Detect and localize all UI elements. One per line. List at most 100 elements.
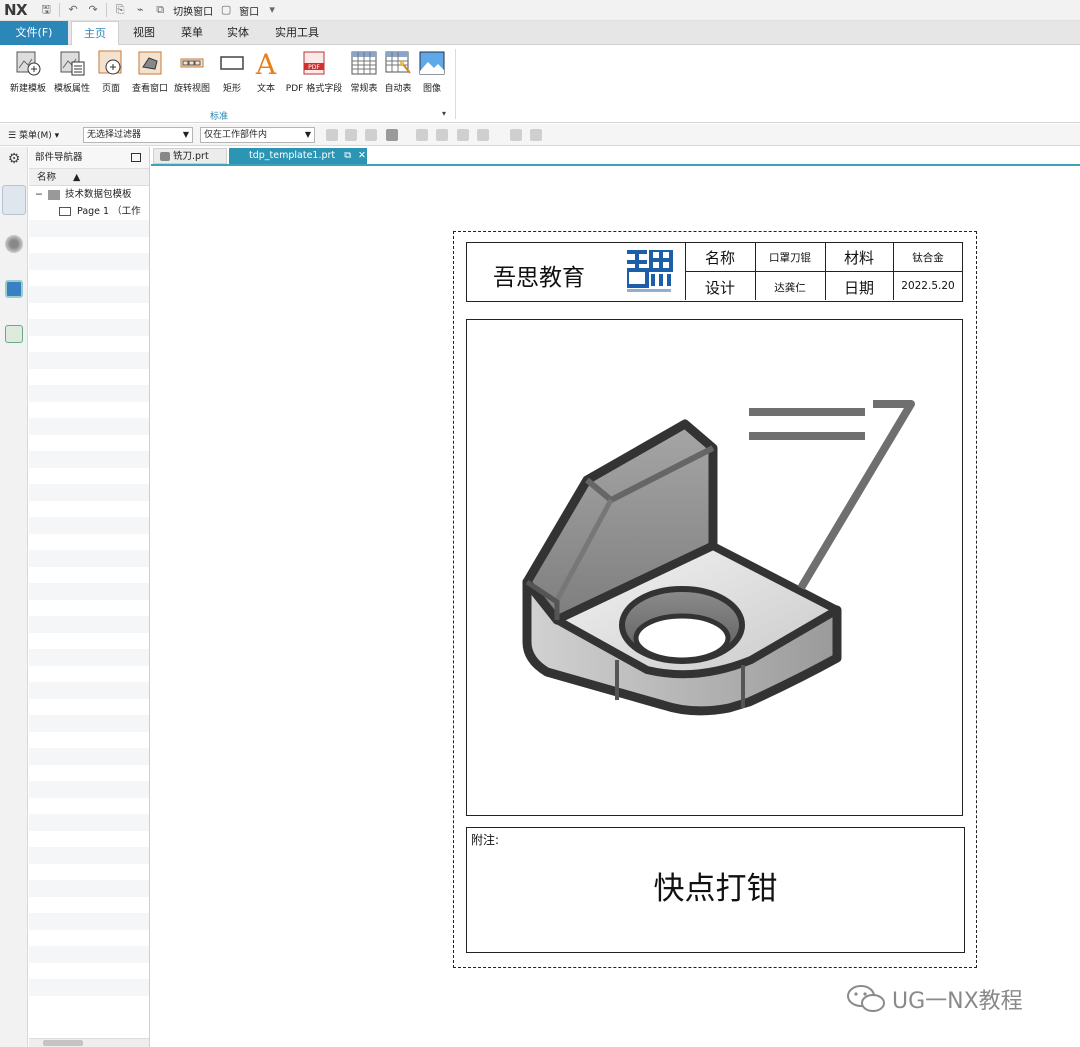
type-filter-value: 无选择过滤器 (87, 130, 142, 140)
maximize-icon[interactable] (131, 153, 141, 162)
nx-logo: NX (4, 1, 28, 19)
web-browser-icon[interactable] (5, 280, 23, 298)
snap-end-icon[interactable] (436, 129, 448, 141)
redo-icon[interactable]: ↷ (86, 3, 100, 17)
general-table-button[interactable]: 常规表 (348, 49, 380, 94)
scrollbar-thumb[interactable] (43, 1040, 83, 1046)
gear-icon[interactable]: ⚙ (5, 151, 23, 169)
view-window-icon (138, 51, 162, 75)
company-name: 吾思教育 (493, 265, 585, 291)
notes-box: 附注: 快点打钳 (466, 827, 965, 953)
part-navigator-title: 部件导航器 (35, 152, 83, 163)
snap-icon[interactable] (326, 129, 338, 141)
part-isometric-image (522, 400, 915, 716)
filter-icon[interactable] (345, 129, 357, 141)
menu-label: 菜单(M) (18, 131, 52, 141)
divider (685, 271, 962, 272)
horizontal-scrollbar[interactable] (29, 1038, 149, 1047)
ribbon-tab-bar: 文件(F) 主页 视图 菜单 实体 实用工具 (0, 21, 1080, 46)
collapse-icon[interactable]: − (35, 189, 43, 200)
tree-node-template[interactable]: − 技术数据包模板 (29, 186, 149, 203)
link-icon[interactable]: ⌁ (133, 3, 147, 17)
tab-menu[interactable]: 菜单 (176, 21, 208, 45)
title-block: 吾思教育 名称 口罩刀锟 材料 钛合金 设计 达龚仁 日期 2022.5.20 (466, 242, 963, 302)
history-icon[interactable] (5, 235, 23, 253)
window-icon[interactable]: ▢ (219, 3, 233, 17)
undo-icon[interactable]: ↶ (66, 3, 80, 17)
tab-file[interactable]: 文件(F) (0, 21, 68, 45)
column-header-label: 名称 (37, 172, 57, 183)
pdf-format-field-button[interactable]: PDF PDF 格式字段 (284, 49, 344, 94)
switch-window-icon[interactable]: ⧉ (153, 3, 167, 17)
doc-tab-label: tdp_template1.prt (249, 150, 336, 161)
rotate-view-label: 旋转视图 (173, 84, 210, 94)
tab-solid[interactable]: 实体 (222, 21, 254, 45)
view-window-button[interactable]: 查看窗口 (130, 49, 170, 94)
doc-tab-template[interactable]: tdp_template1.prt ⧉ ✕ (229, 148, 367, 164)
pdf-icon: PDF (303, 51, 325, 75)
new-template-button[interactable]: 新建模板 (6, 49, 50, 94)
graphics-window[interactable]: 吾思教育 名称 口罩刀锟 材料 钛合金 设计 达龚仁 日期 2022.5.20 … (151, 168, 1080, 1047)
template-node-icon (48, 189, 60, 200)
image-button[interactable]: 图像 (418, 49, 446, 94)
designer-value: 达龚仁 (774, 282, 806, 294)
page-node-icon (59, 207, 71, 216)
column-header[interactable]: 名称 ▲ (29, 169, 149, 186)
window-menu-button[interactable]: 窗口 (239, 3, 259, 18)
snap-point-icon[interactable] (416, 129, 428, 141)
nx-application-window: NX 🖫 ↶ ↷ ⎘ ⌁ ⧉ 切换窗口 ▢ 窗口 ▾ 文件(F) 主页 视图 菜… (0, 0, 1080, 1047)
switch-window-button[interactable]: 切换窗口 (173, 3, 213, 18)
drawing-sheet[interactable]: 吾思教育 名称 口罩刀锟 材料 钛合金 设计 达龚仁 日期 2022.5.20 … (453, 231, 977, 968)
tab-view[interactable]: 视图 (128, 21, 160, 45)
document-tab-bar: 铣刀.prt tdp_template1.prt ⧉ ✕ (151, 147, 1080, 166)
select-all-icon[interactable] (386, 129, 398, 141)
wechat-icon (847, 985, 885, 1012)
type-filter-dropdown[interactable]: 无选择过滤器 ▼ (83, 127, 193, 143)
menu-button[interactable]: ☰ 菜单(M) ▾ (8, 128, 59, 141)
customize-quick-access-icon[interactable]: ▾ (265, 3, 279, 17)
divider (455, 49, 456, 119)
part-file-icon (160, 152, 170, 161)
pdf-format-field-label: PDF 格式字段 (285, 84, 343, 94)
tab-home[interactable]: 主页 (71, 21, 119, 46)
name-label: 名称 (704, 249, 735, 267)
view-cube-icon[interactable] (510, 129, 522, 141)
tree-node-page[interactable]: Page 1 （工作 (29, 203, 149, 220)
rotate-view-button[interactable]: 旋转视图 (172, 49, 212, 94)
group-expand-icon[interactable]: ▾ (442, 109, 446, 118)
auto-table-button[interactable]: 自动表 (382, 49, 414, 94)
reuse-library-icon[interactable] (5, 325, 23, 343)
selection-bar: ☰ 菜单(M) ▾ 无选择过滤器 ▼ 仅在工作部件内 ▼ (0, 124, 1080, 146)
page-button[interactable]: 页面 (96, 49, 126, 94)
divider (59, 3, 61, 17)
text-button[interactable]: A 文本 (252, 49, 280, 94)
selection-scope-dropdown[interactable]: 仅在工作部件内 ▼ (200, 127, 315, 143)
page-label: 页面 (101, 84, 120, 94)
template-properties-button[interactable]: 模板属性 (52, 49, 92, 94)
text-icon: A (255, 49, 277, 77)
table-icon (351, 51, 377, 75)
save-icon[interactable]: 🖫 (39, 3, 53, 17)
template-properties-icon (60, 51, 85, 76)
watermark-text: UG一NX教程 (892, 989, 1023, 1014)
new-template-icon (16, 51, 41, 76)
snap-options-icon[interactable] (477, 129, 489, 141)
part-navigator-icon[interactable] (2, 185, 26, 215)
rotate-view-icon (180, 58, 204, 68)
title-bar: NX 🖫 ↶ ↷ ⎘ ⌁ ⧉ 切换窗口 ▢ 窗口 ▾ (0, 0, 1080, 21)
ribbon-panel: 新建模板 模板属性 页面 查看窗口 旋转视图 矩形 A 文本 PDF PDF 格… (0, 45, 1080, 123)
tab-utilities[interactable]: 实用工具 (268, 21, 326, 45)
material-label: 材料 (843, 249, 874, 267)
filter-reset-icon[interactable] (365, 129, 377, 141)
page-icon (98, 50, 122, 75)
notes-text: 快点打钳 (653, 871, 778, 907)
close-icon[interactable]: ✕ (358, 150, 366, 161)
wechat-watermark: UG一NX教程 (846, 983, 1023, 1015)
modified-icon: ⧉ (344, 150, 351, 161)
layer-icon[interactable] (530, 129, 542, 141)
rectangle-button[interactable]: 矩形 (218, 49, 246, 94)
text-label: 文本 (256, 84, 275, 94)
repeat-command-icon[interactable]: ⎘ (113, 3, 127, 17)
doc-tab-milling-cutter[interactable]: 铣刀.prt (153, 148, 227, 164)
snap-mid-icon[interactable] (457, 129, 469, 141)
